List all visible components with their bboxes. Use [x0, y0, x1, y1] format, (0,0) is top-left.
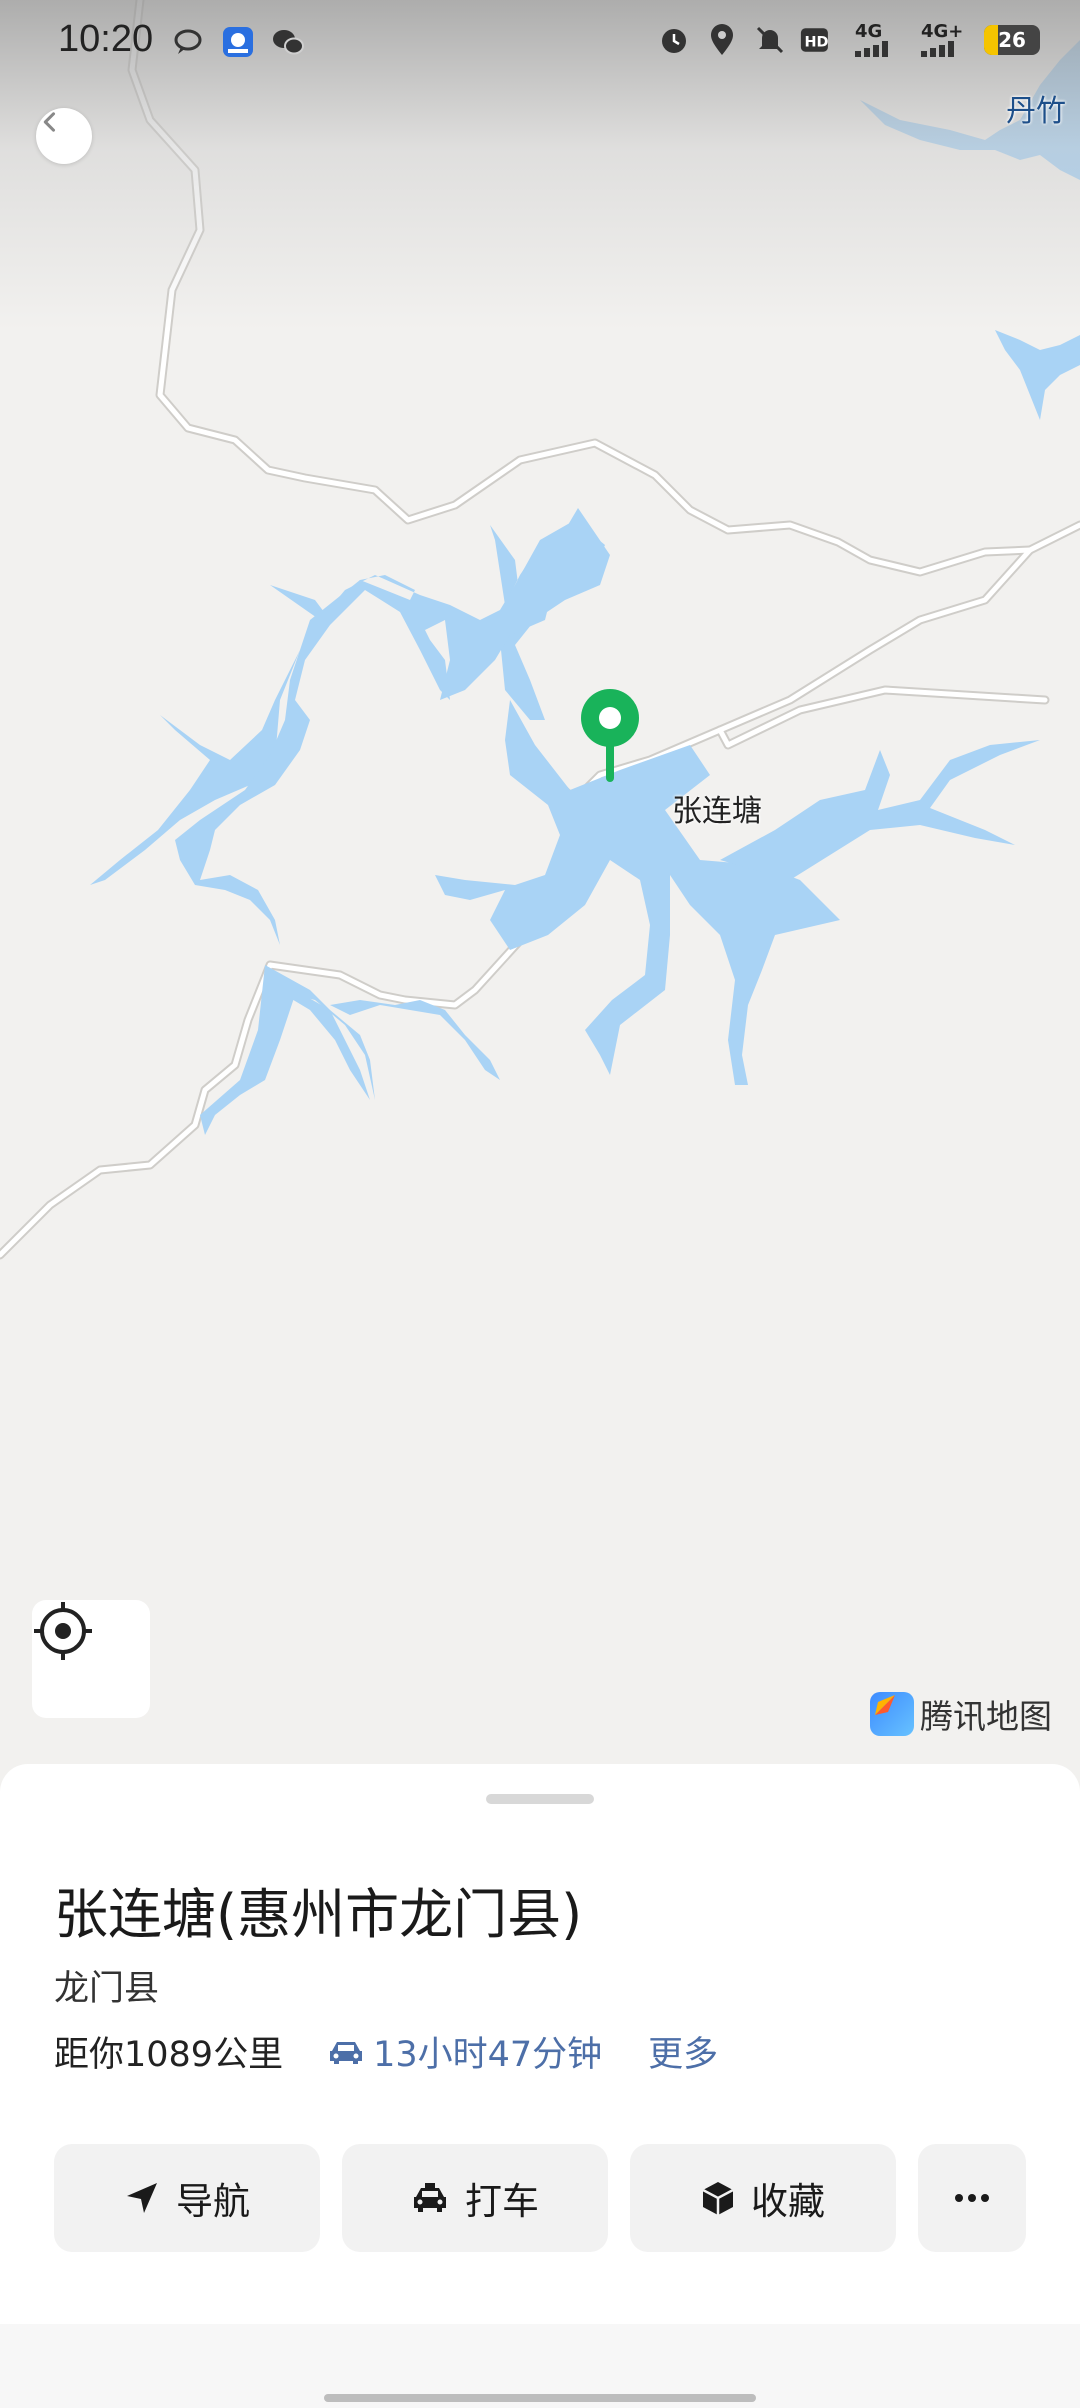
locate-me-button[interactable] — [32, 1600, 150, 1718]
map-provider-logo: 腾讯地图 — [870, 1690, 1052, 1738]
favorite-button[interactable]: 收藏 — [630, 2144, 896, 2252]
back-button[interactable] — [36, 108, 92, 164]
more-dots-icon — [955, 2194, 989, 2202]
crosshair-icon — [34, 1602, 92, 1660]
place-detail-sheet: 张连塘(惠州市龙门县) 龙门县 距你1089公里 13小时47分钟 更多 导航 … — [0, 1764, 1080, 2324]
place-district: 龙门县 — [54, 1969, 160, 2009]
place-map-label: 张连塘 — [672, 794, 762, 829]
more-actions-button[interactable] — [918, 2144, 1026, 2252]
drag-handle[interactable] — [486, 1794, 594, 1804]
taxi-button[interactable]: 打车 — [342, 2144, 608, 2252]
network-type-1: 4G — [855, 21, 883, 42]
mute-icon — [752, 22, 788, 58]
chat-bubble-icon — [170, 24, 206, 60]
hd-icon: HD — [800, 22, 836, 58]
navigate-button[interactable]: 导航 — [54, 2144, 320, 2252]
svg-text:HD: HD — [805, 34, 829, 50]
home-indicator[interactable] — [324, 2394, 756, 2402]
favorite-label: 收藏 — [751, 2180, 825, 2223]
wechat-icon — [270, 24, 306, 60]
drive-time-link[interactable]: 13小时47分钟 — [327, 2026, 602, 2077]
status-bar: 10:20 HD 4G 4G+ 26 — [0, 0, 1080, 84]
baidu-app-icon — [220, 24, 256, 60]
battery-level: 26 — [998, 28, 1026, 52]
chevron-left-icon — [43, 112, 56, 132]
cube-icon — [702, 2182, 734, 2215]
drive-time-text: 13小时47分钟 — [373, 2035, 603, 2075]
taxi-icon — [414, 2183, 446, 2212]
tencent-map-icon — [870, 1692, 914, 1736]
navigate-label: 导航 — [176, 2180, 250, 2223]
map-view[interactable]: 张连塘 丹竹 腾讯地图 — [0, 0, 1080, 1760]
signal-4g-plus-icon: 4G+ — [914, 22, 972, 58]
edge-map-label: 丹竹 — [1006, 94, 1066, 129]
more-link[interactable]: 更多 — [648, 2026, 718, 2077]
navigation-arrow-icon — [127, 2183, 157, 2213]
map-provider-name: 腾讯地图 — [920, 1697, 1052, 1736]
alarm-icon — [656, 22, 692, 58]
car-icon — [330, 2041, 363, 2064]
signal-4g-icon: 4G — [848, 22, 902, 58]
place-meta: 距你1089公里 13小时47分钟 更多 — [54, 2026, 718, 2077]
location-icon — [704, 22, 740, 58]
battery-indicator: 26 — [984, 25, 1040, 55]
place-title: 张连塘(惠州市龙门县) — [54, 1883, 583, 1946]
status-time: 10:20 — [58, 18, 154, 60]
distance-text: 距你1089公里 — [54, 2035, 284, 2075]
network-type-2: 4G+ — [921, 21, 964, 42]
action-bar: 导航 打车 收藏 — [54, 2144, 1026, 2252]
taxi-label: 打车 — [465, 2180, 539, 2223]
